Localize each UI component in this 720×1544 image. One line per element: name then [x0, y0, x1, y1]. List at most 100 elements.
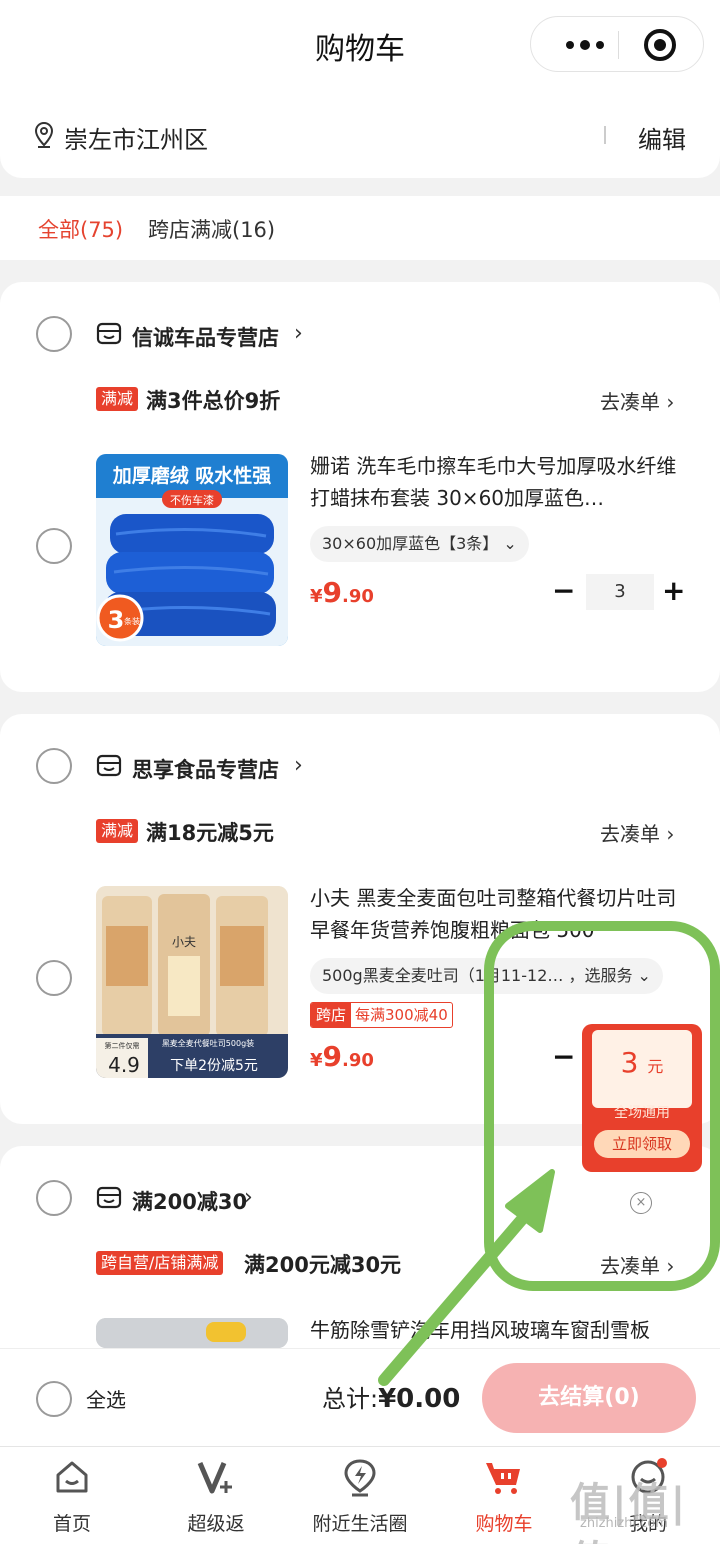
- bread-image: 小夫 黑麦全麦代餐吐司500g装 下单2份减5元 第二件仅需 4.9: [96, 886, 288, 1078]
- select-all-label[interactable]: 全选: [86, 1384, 126, 1413]
- location-pin-icon: [34, 122, 54, 148]
- address-bar: 崇左市江州区 编辑: [0, 92, 720, 178]
- select-all-radio[interactable]: [36, 1381, 72, 1417]
- vplus-icon: [197, 1462, 232, 1494]
- promo-tag: 跨自营/店铺满减: [96, 1251, 224, 1275]
- coupon-paper: 3 元: [592, 1030, 692, 1108]
- cross-tag-label: 跨店: [311, 1003, 352, 1027]
- price-integer: 9: [322, 1040, 343, 1073]
- coupon-scope: 全场通用: [614, 1105, 670, 1121]
- tab-home[interactable]: 首页: [12, 1447, 132, 1544]
- checkout-button[interactable]: 去结算(0): [482, 1363, 696, 1433]
- promo-text: 满200元减30元: [244, 1253, 402, 1277]
- store-card: 信诚车品专营店 › 满减 满3件总价9折 去凑单 › 加厚磨绒 吸水性强 不伤车…: [0, 282, 720, 692]
- tab-label: 购物车: [475, 1513, 533, 1535]
- cross-store-promo-badge: 跨店 每满300减40: [310, 1002, 453, 1028]
- product-price: ¥9.90: [310, 1040, 374, 1073]
- thumb-badge: 3: [108, 606, 125, 634]
- tab-cart[interactable]: 购物车: [444, 1447, 564, 1544]
- promo-text: 满18元减5元: [146, 821, 274, 845]
- shop-icon: [96, 754, 122, 777]
- product-price: ¥9.90: [310, 576, 374, 609]
- tab-all[interactable]: 全部(75): [38, 214, 123, 244]
- shop-icon: [96, 322, 122, 345]
- watermark: 值|值|值 zhizhizhi.com: [570, 1470, 710, 1544]
- home-icon: [56, 1461, 88, 1493]
- miniprogram-capsule: [530, 16, 704, 72]
- quantity-input[interactable]: 3: [586, 574, 654, 610]
- thumb-price: 4.9: [108, 1053, 140, 1077]
- store-select-radio[interactable]: [36, 316, 72, 352]
- thumb-caption: 黑麦全麦代餐吐司500g装: [162, 1038, 254, 1048]
- total-value: ¥0.00: [378, 1384, 461, 1414]
- more-icon[interactable]: [553, 31, 617, 59]
- watermark-main: 值|值|值: [570, 1480, 688, 1544]
- product-image[interactable]: [96, 1318, 288, 1348]
- quantity-stepper: − 3 +: [552, 574, 686, 610]
- coupon-popup[interactable]: 3 元 全场通用 立即领取: [582, 1024, 702, 1172]
- chevron-right-icon: ›: [244, 1185, 253, 1210]
- claim-coupon-button[interactable]: 立即领取: [594, 1130, 690, 1158]
- address-divider: [604, 126, 606, 144]
- decrease-button[interactable]: −: [552, 574, 575, 610]
- tab-super-rebate[interactable]: 超级返: [156, 1447, 276, 1544]
- shop-name[interactable]: 满200减30: [132, 1186, 247, 1216]
- cart-icon: [486, 1463, 520, 1494]
- shop-name[interactable]: 信诚车品专营店: [132, 322, 279, 352]
- store-select-radio[interactable]: [36, 1180, 72, 1216]
- edit-button[interactable]: 编辑: [638, 120, 686, 155]
- tab-cross-store[interactable]: 跨店满减(16): [148, 214, 275, 244]
- go-collect-link[interactable]: 去凑单 ›: [600, 386, 674, 415]
- chevron-right-icon: ›: [294, 321, 303, 346]
- tab-label: 超级返: [187, 1513, 245, 1535]
- product-image[interactable]: 小夫 黑麦全麦代餐吐司500g装 下单2份减5元 第二件仅需 4.9: [96, 886, 288, 1078]
- tab-label: 首页: [52, 1513, 91, 1535]
- product-title[interactable]: 姗诺 洗车毛巾擦车毛巾大号加厚吸水纤维打蜡抹布套装 30×60加厚蓝色…: [310, 450, 680, 514]
- store-select-radio[interactable]: [36, 748, 72, 784]
- thumb-badge-unit: 条装: [124, 616, 140, 626]
- shop-name[interactable]: 思享食品专营店: [132, 754, 279, 784]
- go-collect-link[interactable]: 去凑单 ›: [600, 818, 674, 847]
- close-popup-icon[interactable]: ×: [630, 1192, 652, 1214]
- chevron-right-icon: ›: [294, 753, 303, 778]
- towel-image: 加厚磨绒 吸水性强 不伤车漆 3 条装: [96, 454, 288, 646]
- price-integer: 9: [322, 576, 343, 609]
- sku-selector[interactable]: 500g黑麦全麦吐司（1月11-12… ，选服务 ⌄: [310, 958, 663, 994]
- product-image[interactable]: 加厚磨绒 吸水性强 不伤车漆 3 条装: [96, 454, 288, 646]
- coupon-amount-value: 3: [620, 1046, 639, 1079]
- thumb-brand: 小夫: [172, 935, 196, 949]
- snow-shovel-image: [96, 1318, 288, 1348]
- delivery-address[interactable]: 崇左市江州区: [64, 120, 208, 155]
- lightning-pin-icon: [344, 1459, 376, 1497]
- close-miniprogram-icon[interactable]: [644, 29, 676, 61]
- product-title[interactable]: 小夫 黑麦全麦面包吐司整箱代餐切片吐司早餐年货营养饱腹粗粮面包 500: [310, 882, 680, 946]
- coupon-unit: 元: [647, 1057, 664, 1076]
- thumb-headline: 加厚磨绒 吸水性强: [112, 464, 272, 487]
- title-bar: 购物车: [0, 0, 720, 92]
- coupon-amount: 3 元: [592, 1046, 692, 1079]
- price-currency: ¥: [310, 586, 323, 607]
- price-decimal: .90: [342, 1050, 374, 1071]
- watermark-sub: zhizhizhi.com: [580, 1516, 668, 1531]
- tab-nearby[interactable]: 附近生活圈: [300, 1447, 420, 1544]
- product-title[interactable]: 牛筋除雪铲汽车用挡风玻璃车窗刮雪板: [310, 1314, 680, 1348]
- price-currency: ¥: [310, 1050, 323, 1071]
- go-collect-link[interactable]: 去凑单 ›: [600, 1250, 674, 1279]
- price-decimal: .90: [342, 586, 374, 607]
- capsule-divider: [618, 31, 619, 59]
- checkout-bar: 全选 总计:¥0.00 去结算(0): [0, 1348, 720, 1446]
- cross-tag-text: 每满300减40: [355, 1006, 448, 1024]
- product-select-radio[interactable]: [36, 528, 72, 564]
- thumb-banner: 下单2份减5元: [170, 1058, 258, 1074]
- thumb-sub: 不伤车漆: [170, 493, 214, 507]
- shop-icon: [96, 1186, 122, 1209]
- product-select-radio[interactable]: [36, 960, 72, 996]
- promo-tag: 满减: [96, 819, 139, 843]
- total-label: 总计:: [322, 1385, 379, 1413]
- sku-selector[interactable]: 30×60加厚蓝色【3条】 ⌄: [310, 526, 529, 562]
- increase-button[interactable]: +: [662, 574, 685, 610]
- filter-tabs: 全部(75) 跨店满减(16): [0, 196, 720, 260]
- promo-tag: 满减: [96, 387, 139, 411]
- total-price: 总计:¥0.00: [322, 1379, 460, 1414]
- decrease-button[interactable]: −: [552, 1040, 575, 1076]
